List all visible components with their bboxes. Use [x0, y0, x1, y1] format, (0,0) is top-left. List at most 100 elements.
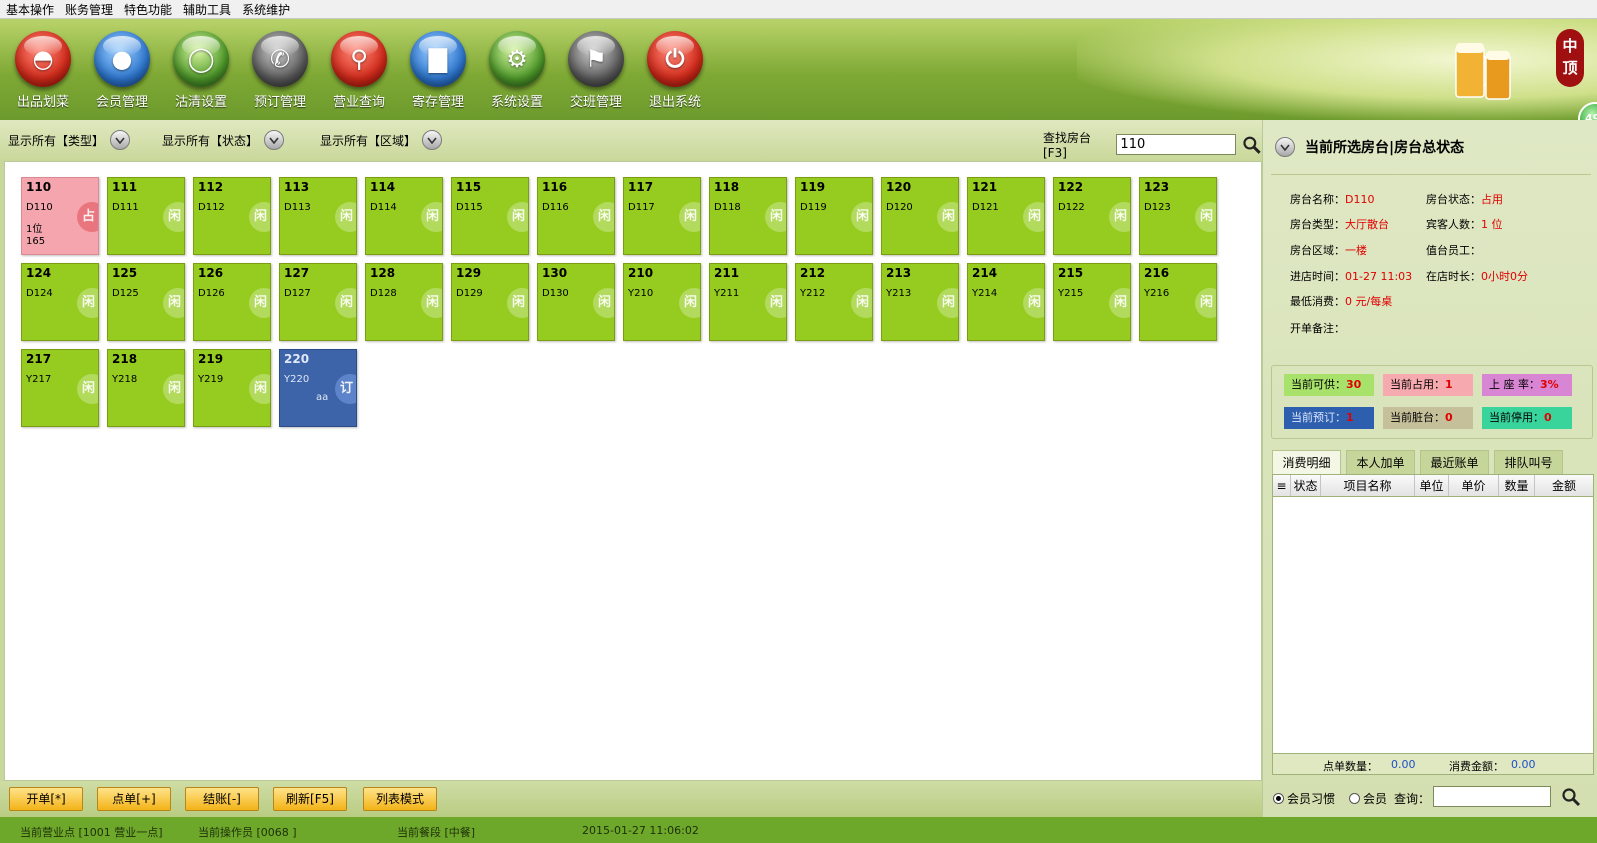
room-tile-110[interactable]: 110 D110 1位 165 占	[21, 177, 99, 255]
room-tile-111[interactable]: 111 D111 闲	[107, 177, 185, 255]
room-tile-117[interactable]: 117 D117 闲	[623, 177, 701, 255]
room-tile-114[interactable]: 114 D114 闲	[365, 177, 443, 255]
room-tile-126[interactable]: 126 D126 闲	[193, 263, 271, 341]
room-tile-218[interactable]: 218 Y218 闲	[107, 349, 185, 427]
room-tile-130[interactable]: 130 D130 闲	[537, 263, 615, 341]
chevron-down-icon[interactable]	[1275, 137, 1295, 157]
room-tile-214[interactable]: 214 Y214 闲	[967, 263, 1045, 341]
checkout-button[interactable]: 结账[-]	[185, 787, 259, 811]
toolbar-button-2[interactable]: ◯ 沽清设置	[165, 31, 237, 110]
room-number: 127	[284, 266, 310, 280]
col-status[interactable]: 状态	[1291, 475, 1321, 496]
room-number: 121	[972, 180, 998, 194]
room-tile-120[interactable]: 120 D120 闲	[881, 177, 959, 255]
toolbar-button-6[interactable]: ⚙ 系统设置	[481, 31, 553, 110]
open-bill-button[interactable]: 开单[*]	[9, 787, 83, 811]
room-status-value: 占用	[1481, 193, 1503, 206]
chevron-down-icon[interactable]	[264, 130, 285, 150]
room-tile-116[interactable]: 116 D116 闲	[537, 177, 615, 255]
plate-icon: ◯	[173, 31, 229, 87]
room-tile-211[interactable]: 211 Y211 闲	[709, 263, 787, 341]
chevron-down-icon[interactable]	[422, 130, 443, 150]
chevron-down-icon[interactable]	[110, 130, 131, 150]
room-tile-213[interactable]: 213 Y213 闲	[881, 263, 959, 341]
room-tile-118[interactable]: 118 D118 闲	[709, 177, 787, 255]
list-mode-button[interactable]: 列表模式	[363, 787, 437, 811]
toolbar-button-3[interactable]: ✆ 预订管理	[244, 31, 316, 110]
room-tile-113[interactable]: 113 D113 闲	[279, 177, 357, 255]
room-tile-215[interactable]: 215 Y215 闲	[1053, 263, 1131, 341]
room-number: 114	[370, 180, 396, 194]
toolbar-button-4[interactable]: ⚲ 营业查询	[323, 31, 395, 110]
col-qty[interactable]: 数量	[1499, 475, 1535, 496]
icon-glyph: ◯	[187, 45, 215, 73]
type-filter[interactable]: 显示所有【类型】	[8, 130, 131, 150]
col-price[interactable]: 单价	[1449, 475, 1499, 496]
room-tile-219[interactable]: 219 Y219 闲	[193, 349, 271, 427]
room-type-field: 房台类型：大厅散台	[1290, 216, 1389, 232]
member-radio[interactable]: 会员	[1349, 790, 1387, 807]
tab-queue[interactable]: 排队叫号	[1494, 450, 1563, 474]
refresh-button[interactable]: 刷新[F5]	[273, 787, 347, 811]
room-tile-127[interactable]: 127 D127 闲	[279, 263, 357, 341]
icon-glyph: ⚙	[506, 45, 528, 73]
menu-tools[interactable]: 辅助工具	[183, 1, 231, 18]
status-summary: 当前可供：30 当前占用：1 上 座 率：3% 当前预订：1 当前脏台：0 当前…	[1271, 365, 1593, 439]
search-icon[interactable]	[1561, 787, 1581, 807]
col-item-name[interactable]: 项目名称	[1321, 475, 1415, 496]
area-filter[interactable]: 显示所有【区域】	[320, 130, 443, 150]
room-tile-121[interactable]: 121 D121 闲	[967, 177, 1045, 255]
room-tile-112[interactable]: 112 D112 闲	[193, 177, 271, 255]
room-tile-129[interactable]: 129 D129 闲	[451, 263, 529, 341]
room-tile-119[interactable]: 119 D119 闲	[795, 177, 873, 255]
menu-basic-ops[interactable]: 基本操作	[6, 1, 54, 18]
tab-recent-bills[interactable]: 最近账单	[1420, 450, 1489, 474]
room-number: 211	[714, 266, 740, 280]
room-number: 125	[112, 266, 138, 280]
gear-icon: ⚙	[489, 31, 545, 87]
room-code: D116	[542, 202, 569, 213]
menu-maintenance[interactable]: 系统维护	[242, 1, 290, 18]
room-tile-123[interactable]: 123 D123 闲	[1139, 177, 1217, 255]
member-habit-radio[interactable]: 会员习惯	[1273, 790, 1335, 807]
room-tile-210[interactable]: 210 Y210 闲	[623, 263, 701, 341]
toolbar-button-label: 沽清设置	[174, 95, 227, 110]
consumption-table[interactable]: ≡ 状态 项目名称 单位 单价 数量 金额	[1272, 474, 1594, 775]
member-query-input[interactable]	[1433, 786, 1551, 807]
menu-accounts[interactable]: 账务管理	[65, 1, 113, 18]
room-tile-220[interactable]: 220 Y220 aa 订	[279, 349, 357, 427]
brand-logo: 中 顶	[1556, 29, 1584, 87]
available-label: 当前可供：	[1291, 378, 1346, 391]
toolbar-button-0[interactable]: ◓ 出品划菜	[7, 31, 79, 110]
toolbar-button-5[interactable]: ▇ 寄存管理	[402, 31, 474, 110]
room-tile-217[interactable]: 217 Y217 闲	[21, 349, 99, 427]
search-icon[interactable]	[1242, 135, 1262, 155]
col-amount[interactable]: 金额	[1535, 475, 1593, 496]
room-status-stamp-icon: 闲	[1195, 202, 1216, 232]
room-status-stamp-icon: 闲	[1023, 288, 1044, 318]
room-tile-216[interactable]: 216 Y216 闲	[1139, 263, 1217, 341]
room-code: D115	[456, 202, 483, 213]
room-code: Y220	[284, 374, 310, 385]
order-button[interactable]: 点单[+]	[97, 787, 171, 811]
room-status-stamp-icon: 闲	[851, 288, 872, 318]
status-filter[interactable]: 显示所有【状态】	[162, 130, 285, 150]
toolbar-button-7[interactable]: ⚑ 交班管理	[560, 31, 632, 110]
tab-consumption[interactable]: 消费明细	[1272, 450, 1341, 474]
room-area-label: 房台区域：	[1290, 244, 1345, 257]
toolbar-button-1[interactable]: ● 会员管理	[86, 31, 158, 110]
room-tile-122[interactable]: 122 D122 闲	[1053, 177, 1131, 255]
room-tile-125[interactable]: 125 D125 闲	[107, 263, 185, 341]
room-code: D128	[370, 288, 397, 299]
room-tile-212[interactable]: 212 Y212 闲	[795, 263, 873, 341]
menu-features[interactable]: 特色功能	[124, 1, 172, 18]
room-tile-128[interactable]: 128 D128 闲	[365, 263, 443, 341]
toolbar-button-8[interactable]: ⏻ 退出系统	[639, 31, 711, 110]
room-tile-124[interactable]: 124 D124 闲	[21, 263, 99, 341]
tab-my-orders[interactable]: 本人加单	[1346, 450, 1415, 474]
room-search-input[interactable]	[1116, 134, 1237, 155]
col-unit[interactable]: 单位	[1415, 475, 1449, 496]
room-tile-115[interactable]: 115 D115 闲	[451, 177, 529, 255]
room-status-stamp-icon: 闲	[593, 202, 614, 232]
toolbar-button-label: 系统设置	[490, 95, 543, 110]
